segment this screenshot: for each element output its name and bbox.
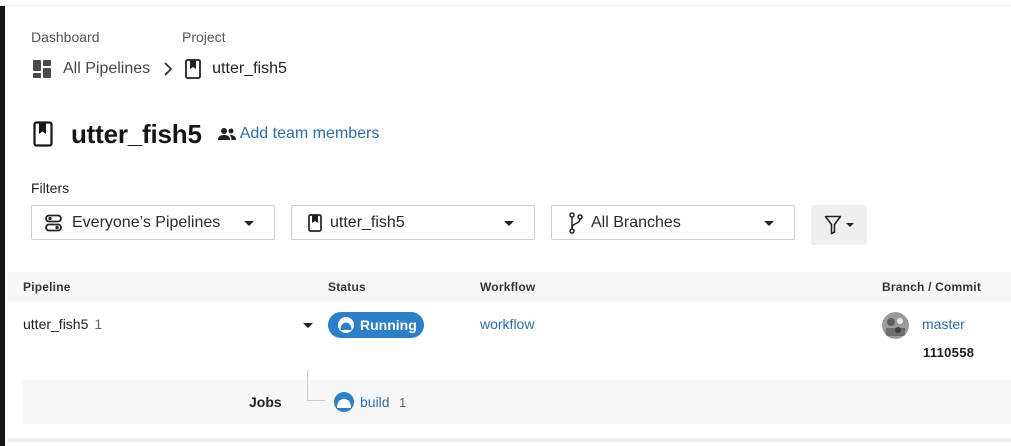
project-filter-dropdown[interactable]: utter_fish5 [291, 205, 535, 240]
breadcrumb-all-pipelines-link[interactable]: All Pipelines [63, 60, 150, 78]
pipelines-icon [45, 214, 62, 231]
pipeline-cell: utter_fish5 1 [23, 316, 102, 332]
git-branch-icon [569, 211, 583, 234]
pipelines-filter-value: Everyone’s Pipelines [72, 213, 221, 231]
column-header-status: Status [328, 280, 366, 294]
project-bookmark-icon [33, 121, 53, 147]
jobs-label: Jobs [249, 394, 282, 410]
workflow-link[interactable]: workflow [480, 316, 534, 332]
job-connector-line [307, 400, 325, 401]
add-team-members-button[interactable]: Add team members [217, 125, 380, 143]
pipeline-number: 1 [94, 316, 103, 332]
top-edge [0, 0, 1011, 6]
column-header-pipeline: Pipeline [23, 280, 71, 294]
branch-filter-dropdown[interactable]: All Branches [551, 205, 795, 240]
page-header: utter_fish5 Add team members [33, 117, 379, 151]
column-header-workflow: Workflow [480, 280, 536, 294]
breadcrumb-project-name[interactable]: utter_fish5 [212, 60, 287, 78]
dashboard-grid-icon [33, 60, 51, 78]
chevron-down-icon [764, 221, 774, 226]
chevron-down-icon [244, 221, 254, 226]
running-icon [334, 392, 354, 412]
advanced-filter-button[interactable] [811, 205, 867, 245]
page-title: utter_fish5 [71, 118, 202, 149]
project-filter-value: utter_fish5 [330, 213, 405, 231]
breadcrumb: All Pipelines utter_fish5 [32, 58, 287, 80]
avatar [882, 312, 909, 339]
pipeline-name[interactable]: utter_fish5 [23, 316, 88, 332]
add-team-members-label: Add team members [239, 125, 380, 142]
running-icon [338, 317, 354, 333]
branch-link[interactable]: master [922, 316, 965, 332]
chevron-down-icon [846, 223, 854, 227]
status-label: Running [360, 317, 417, 333]
job-number: 1 [399, 395, 407, 410]
bookmark-icon [185, 59, 202, 79]
column-header-branch-commit: Branch / Commit [882, 280, 982, 294]
chevron-down-icon [504, 221, 514, 226]
breadcrumb-dashboard-label: Dashboard [31, 29, 100, 45]
funnel-icon [824, 215, 842, 235]
window-left-edge [0, 0, 5, 446]
chevron-right-icon [164, 62, 173, 76]
bookmark-icon [308, 213, 322, 232]
branch-filter-value: All Branches [591, 213, 681, 231]
job-connector-line [307, 370, 308, 400]
status-badge[interactable]: Running [328, 312, 424, 338]
commit-hash[interactable]: 1110558 [923, 345, 974, 360]
breadcrumb-project-label: Project [182, 29, 226, 45]
people-icon [217, 128, 236, 140]
table-bottom-divider [8, 438, 1011, 442]
expand-row-toggle[interactable] [303, 323, 313, 328]
job-build-link[interactable]: build [360, 394, 390, 410]
pipelines-filter-dropdown[interactable]: Everyone’s Pipelines [31, 205, 275, 240]
filters-label: Filters [31, 180, 70, 196]
jobs-row [22, 380, 1011, 424]
